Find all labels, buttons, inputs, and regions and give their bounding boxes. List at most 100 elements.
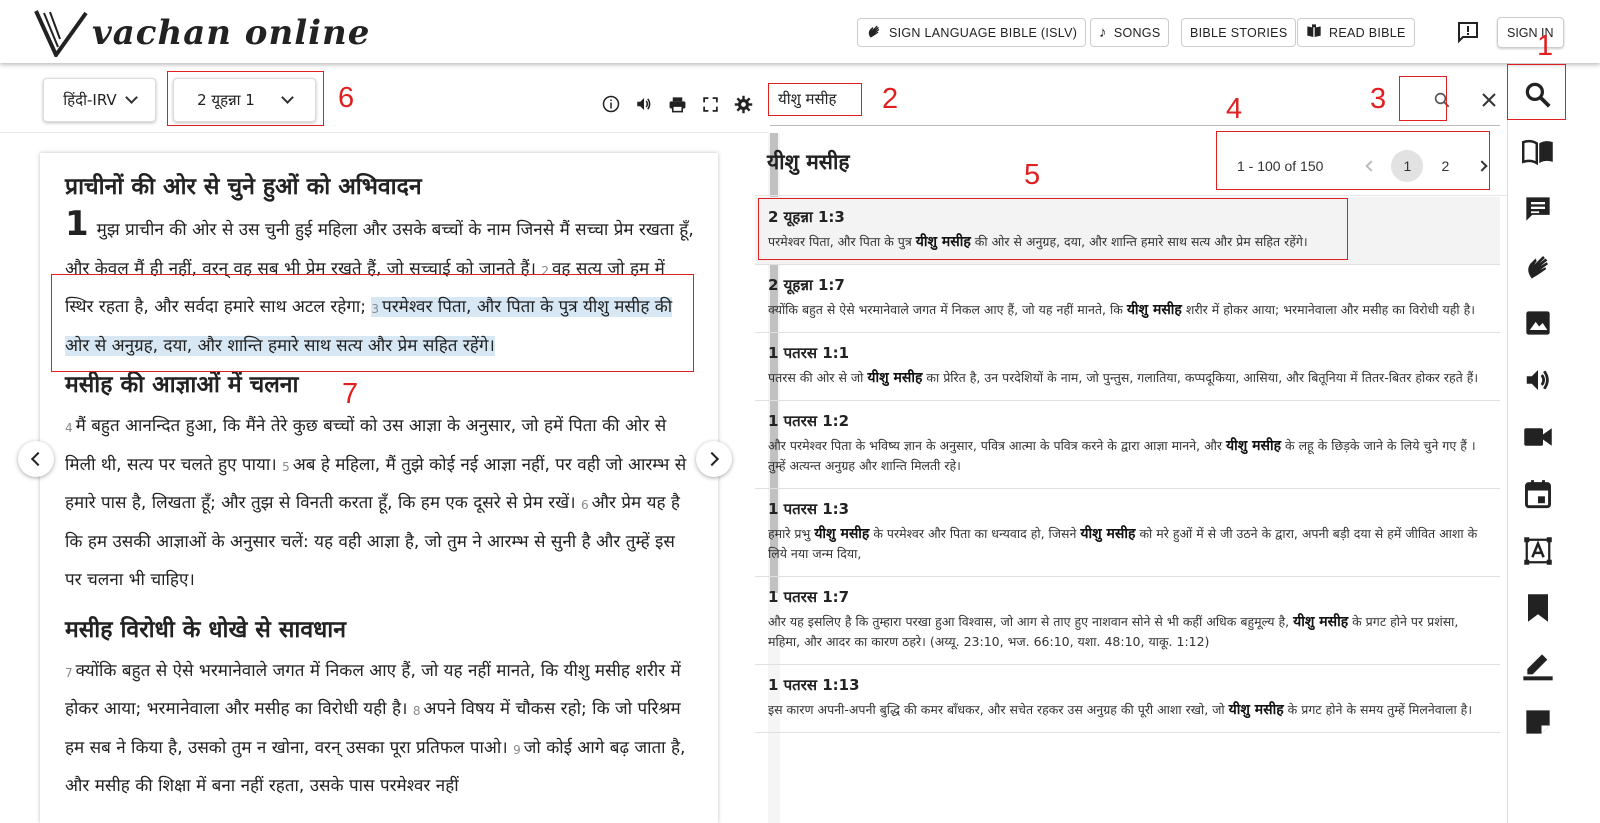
read-bible-button[interactable]: READ BIBLE	[1297, 18, 1415, 47]
sign-language-bible-button[interactable]: SIGN LANGUAGE BIBLE (ISLV)	[857, 18, 1087, 47]
app-header: vachan online SIGN LANGUAGE BIBLE (ISLV)…	[0, 0, 1600, 63]
rail-commentary[interactable]	[1520, 191, 1556, 227]
chevron-left-icon	[30, 451, 46, 467]
search-icon	[1525, 82, 1551, 108]
info-icon[interactable]	[600, 93, 622, 115]
results-header: यीशु मसीह 1 - 100 of 150 1 2	[755, 134, 1507, 196]
read-bible-label: READ BIBLE	[1329, 25, 1406, 40]
search-input[interactable]	[770, 84, 1370, 114]
feedback-icon[interactable]	[1456, 20, 1480, 44]
page-2-button[interactable]: 2	[1429, 150, 1461, 182]
chevron-down-icon	[124, 91, 138, 104]
pagination: 1 - 100 of 150 1 2	[1237, 150, 1499, 182]
book-chapter-label: 2 यूहन्ना 1	[197, 91, 255, 109]
result-reference: 1 पतरस 1:3	[768, 500, 850, 518]
calendar-icon	[1525, 480, 1551, 509]
result-text: हमारे प्रभु यीशु मसीह के परमेश्वर और पित…	[768, 526, 1478, 561]
verse-number: 4	[65, 421, 73, 435]
annotation-label-3: 3	[1370, 83, 1387, 115]
annotation-label-1: 1	[1537, 30, 1554, 62]
search-submit-button[interactable]	[1428, 86, 1456, 114]
tools-rail	[1507, 63, 1600, 823]
search-icon	[1434, 92, 1450, 108]
section-heading: मसीह की आज्ञाओं में चलना	[65, 372, 299, 398]
close-search-button[interactable]	[1477, 88, 1501, 112]
result-text: परमेश्वर पिता, और पिता के पुत्र यीशु मसी…	[768, 234, 1308, 250]
rail-reading-plan[interactable]	[1520, 476, 1556, 512]
section-heading: मसीह विरोधी के धोखे से सावधान	[65, 616, 347, 643]
rail-video[interactable]	[1520, 419, 1556, 455]
result-reference: 2 यूहन्ना 1:7	[768, 276, 845, 294]
reader-tools	[600, 93, 754, 115]
result-text: क्योंकि बहुत से ऐसे भरमानेवाले जगत में न…	[768, 302, 1476, 318]
rail-bible[interactable]	[1520, 134, 1556, 170]
close-icon	[1482, 93, 1496, 107]
songs-button[interactable]: ♪ SONGS	[1090, 18, 1170, 47]
sign-language-bible-label: SIGN LANGUAGE BIBLE (ISLV)	[889, 25, 1078, 40]
verse-paragraph: 1 मुझ प्राचीन की ओर से उस चुनी हुई महिला …	[65, 207, 694, 365]
rail-images[interactable]	[1520, 305, 1556, 341]
chevron-right-icon	[704, 451, 720, 467]
annotation-label-7: 7	[342, 378, 359, 410]
search-result-item[interactable]: 1 पतरस 1:2 और परमेश्वर पिता के भविष्य ज्…	[755, 401, 1500, 489]
verse-number: 3	[371, 302, 380, 316]
sign-language-icon	[1528, 256, 1548, 279]
note-icon	[1526, 710, 1550, 734]
print-icon[interactable]	[666, 93, 688, 115]
rail-dictionary[interactable]	[1520, 533, 1556, 569]
annotation-label-2: 2	[882, 83, 899, 115]
bible-stories-label: BIBLE STORIES	[1190, 25, 1288, 40]
result-text: इस कारण अपनी-अपनी बुद्धि की कमर बाँधकर, …	[768, 702, 1473, 718]
result-text: और परमेश्वर पिता के भविष्य ज्ञान के अनुस…	[768, 438, 1476, 473]
rail-bookmarks[interactable]	[1520, 590, 1556, 626]
search-result-item[interactable]: 1 पतरस 1:7 और यह इसलिए है कि तुम्हारा पर…	[755, 577, 1500, 665]
search-result-item[interactable]: 2 यूहन्ना 1:7 क्योंकि बहुत से ऐसे भरमाने…	[755, 265, 1500, 333]
previous-chapter-button[interactable]	[18, 441, 54, 477]
annotation-label-5: 5	[1024, 159, 1041, 191]
prev-page-button[interactable]	[1353, 150, 1385, 182]
next-chapter-button[interactable]	[696, 441, 732, 477]
highlight-icon	[1523, 654, 1553, 681]
rail-search[interactable]	[1520, 77, 1556, 113]
search-results-list: 2 यूहन्ना 1:3 परमेश्वर पिता, और पिता के …	[755, 197, 1500, 823]
book-chapter-select[interactable]: 2 यूहन्ना 1	[173, 78, 316, 122]
vachan-logo[interactable]: vachan online	[34, 8, 370, 58]
result-reference: 1 पतरस 1:1	[768, 344, 850, 362]
search-result-item[interactable]: 1 पतरस 1:13 इस कारण अपनी-अपनी बुद्धि की …	[755, 665, 1500, 733]
rail-notes[interactable]	[1520, 704, 1556, 740]
search-result-item[interactable]: 1 पतरस 1:3 हमारे प्रभु यीशु मसीह के परमे…	[755, 489, 1500, 577]
version-select[interactable]: हिंदी-IRV	[43, 78, 156, 122]
dictionary-icon	[1524, 537, 1552, 565]
book-icon	[1522, 139, 1553, 166]
result-reference: 2 यूहन्ना 1:3	[768, 208, 845, 226]
rail-sign-language[interactable]	[1520, 248, 1556, 284]
verse-number: 2	[541, 263, 549, 278]
bookmark-icon	[1528, 594, 1548, 622]
page-1-button[interactable]: 1	[1391, 150, 1424, 182]
verse-paragraph: 4 मैं बहुत आनन्दित हुआ, कि मैंने तेरे कुछ…	[65, 407, 694, 600]
rail-highlights[interactable]	[1520, 647, 1556, 683]
search-panel: यीशु मसीह 1 - 100 of 150 1 2 2 यूहन्ना 1…	[755, 63, 1507, 823]
bible-reader: प्राचीनों की ओर से चुने हुओं को अभिवादन …	[40, 153, 718, 823]
comment-icon	[1526, 197, 1550, 221]
annotation-label-6: 6	[338, 82, 355, 114]
fullscreen-icon[interactable]	[699, 93, 721, 115]
video-icon	[1524, 428, 1552, 446]
rail-audio[interactable]	[1520, 362, 1556, 398]
annotation-label-4: 4	[1226, 93, 1243, 125]
verse-number: 5	[282, 459, 290, 474]
search-result-item[interactable]: 1 पतरस 1:1 पतरस की ओर से जो यीशु मसीह का…	[755, 333, 1500, 401]
sign-in-button[interactable]: SIGN IN	[1497, 17, 1564, 48]
search-result-item[interactable]: 2 यूहन्ना 1:3 परमेश्वर पिता, और पिता के …	[755, 197, 1500, 265]
section-heading: प्राचीनों की ओर से चुने हुओं को अभिवादन	[65, 174, 422, 200]
result-text: और यह इसलिए है कि तुम्हारा परखा हुआ विश्…	[768, 614, 1459, 649]
settings-icon[interactable]	[732, 93, 754, 115]
volume-icon[interactable]	[633, 93, 655, 115]
chevron-left-icon	[1365, 160, 1377, 172]
verse-number: 8	[412, 704, 421, 718]
verse-number: 9	[513, 742, 521, 757]
bible-stories-button[interactable]: BIBLE STORIES	[1181, 18, 1297, 47]
next-page-button[interactable]	[1467, 150, 1499, 182]
sign-language-icon	[866, 23, 882, 43]
result-reference: 1 पतरस 1:7	[768, 588, 850, 606]
